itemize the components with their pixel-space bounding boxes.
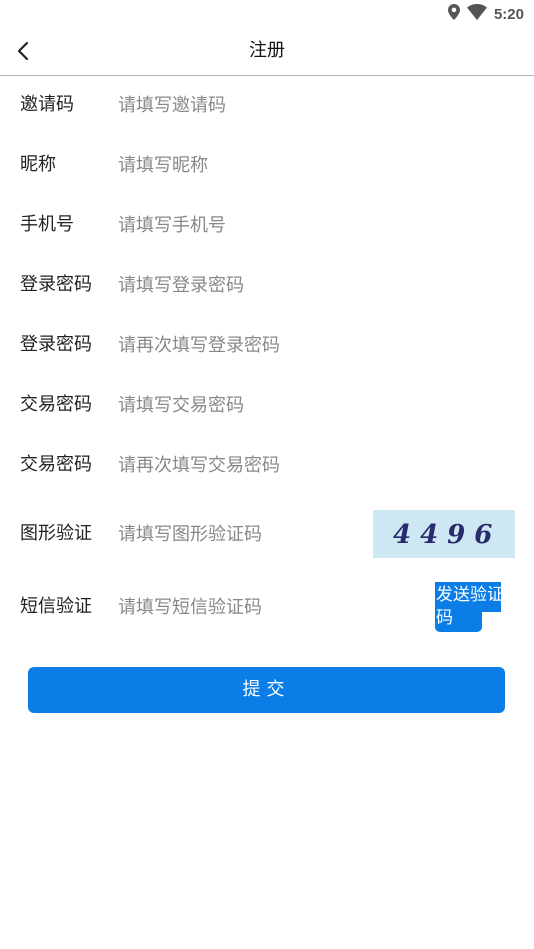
captcha-image[interactable]: 4496: [373, 510, 515, 558]
status-time: 5:20: [493, 5, 524, 23]
login-password-row: 登录密码: [0, 265, 534, 305]
phone-input[interactable]: [118, 205, 358, 245]
nickname-input[interactable]: [118, 145, 358, 185]
nickname-label: 昵称: [20, 154, 56, 175]
login-password-confirm-row: 登录密码: [0, 325, 534, 365]
login-password-confirm-input[interactable]: [118, 325, 358, 365]
page-title: 注册: [249, 40, 285, 61]
trade-password-confirm-row: 交易密码: [0, 445, 534, 485]
image-captcha-input[interactable]: [118, 514, 358, 554]
trade-password-confirm-label: 交易密码: [20, 454, 92, 475]
trade-password-row: 交易密码: [0, 385, 534, 425]
sms-code-input[interactable]: [118, 587, 358, 627]
invite-code-input[interactable]: [118, 85, 358, 125]
phone-label: 手机号: [20, 214, 74, 235]
captcha-text: 4496: [393, 520, 501, 550]
submit-button[interactable]: 提交: [28, 667, 505, 713]
trade-password-label: 交易密码: [20, 394, 92, 415]
invite-code-row: 邀请码: [0, 85, 534, 125]
send-code-label: 发送验证码: [436, 585, 504, 628]
status-bar: 5:20: [0, 0, 534, 28]
location-icon: [447, 4, 460, 24]
app-header: 注册: [0, 28, 534, 76]
login-password-label: 登录密码: [20, 274, 92, 295]
image-captcha-label: 图形验证: [20, 523, 92, 544]
nickname-row: 昵称: [0, 145, 534, 185]
status-icons: 5:20: [447, 4, 524, 24]
login-password-confirm-label: 登录密码: [20, 334, 92, 355]
login-password-input[interactable]: [118, 265, 358, 305]
invite-code-label: 邀请码: [20, 94, 74, 115]
phone-row: 手机号: [0, 205, 534, 245]
wifi-icon: [466, 4, 487, 24]
sms-code-label: 短信验证: [20, 596, 92, 617]
trade-password-confirm-input[interactable]: [118, 445, 358, 485]
send-code-button[interactable]: 发送验证码: [435, 582, 504, 632]
trade-password-input[interactable]: [118, 385, 358, 425]
